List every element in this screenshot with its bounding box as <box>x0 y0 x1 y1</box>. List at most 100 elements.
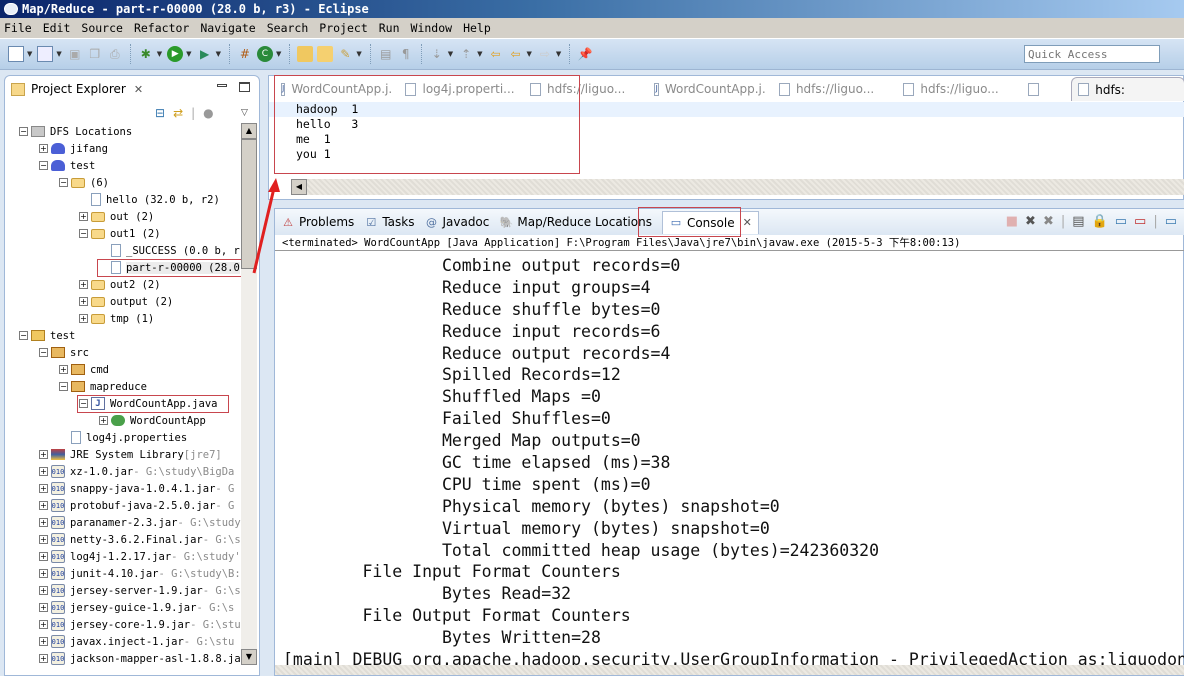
pin-editor-icon[interactable]: 📌 <box>577 46 593 62</box>
expand-icon[interactable]: + <box>39 603 48 612</box>
tree-item[interactable]: +010 jackson-mapper-asl-1.8.8.jar <box>39 650 241 665</box>
toggle-mark-icon[interactable]: ▤ <box>378 46 394 62</box>
tree-item[interactable]: +010 jersey-server-1.9.jar - G:\s <box>39 582 241 599</box>
back-dropdown[interactable]: ▼ <box>527 50 532 58</box>
menu-run[interactable]: Run <box>379 21 400 35</box>
new-java-class-dropdown[interactable]: ▼ <box>276 50 281 58</box>
tree-item[interactable]: hello (32.0 b, r2) <box>79 191 220 208</box>
open-console-icon[interactable]: ▭ <box>1165 214 1177 229</box>
next-annotation-dropdown[interactable]: ▼ <box>448 50 453 58</box>
editor-tab[interactable]: J WordCountApp.j... <box>654 82 767 96</box>
new-package-icon[interactable]: # <box>237 46 253 62</box>
collapse-icon[interactable]: − <box>59 382 68 391</box>
editor-tab[interactable]: hdfs: <box>1071 77 1184 101</box>
menu-file[interactable]: File <box>4 21 32 35</box>
tree-item[interactable]: + cmd <box>59 361 109 378</box>
console-output[interactable]: Combine output records=0 Reduce input gr… <box>275 255 1184 665</box>
menu-window[interactable]: Window <box>411 21 453 35</box>
expand-icon[interactable]: + <box>39 484 48 493</box>
expand-icon[interactable]: + <box>79 314 88 323</box>
next-annotation-icon[interactable]: ⇣ <box>429 46 445 62</box>
tree-item[interactable]: + tmp (1) <box>79 310 154 327</box>
expand-icon[interactable]: + <box>39 552 48 561</box>
link-with-editor-icon[interactable]: ⇄ <box>173 106 183 120</box>
menu-navigate[interactable]: Navigate <box>200 21 255 35</box>
collapse-icon[interactable]: − <box>39 348 48 357</box>
prev-annotation-dropdown[interactable]: ▼ <box>477 50 482 58</box>
expand-icon[interactable]: + <box>39 467 48 476</box>
save-icon[interactable]: ▣ <box>67 46 83 62</box>
new-icon[interactable] <box>8 46 24 62</box>
tree-item[interactable]: +010 jersey-core-1.9.jar - G:\stu <box>39 616 241 633</box>
project-explorer-tab[interactable]: Project Explorer ✕ <box>5 76 145 102</box>
tree-item[interactable]: +010 snappy-java-1.0.4.1.jar - G <box>39 480 234 497</box>
menu-edit[interactable]: Edit <box>43 21 71 35</box>
tree-item[interactable]: log4j.properties <box>59 429 187 446</box>
run-dropdown[interactable]: ▼ <box>186 50 191 58</box>
show-whitespace-icon[interactable]: ¶ <box>398 46 414 62</box>
tab-problems[interactable]: ⚠ Problems <box>281 215 354 229</box>
print-icon[interactable]: ⎙ <box>107 46 123 62</box>
tree-item[interactable]: − mapreduce <box>59 378 147 395</box>
collapse-icon[interactable]: − <box>19 331 28 340</box>
editor-horizontal-scrollbar[interactable]: ◀ <box>291 179 1184 195</box>
maximize-icon[interactable] <box>239 82 250 92</box>
menu-project[interactable]: Project <box>319 21 367 35</box>
expand-icon[interactable]: + <box>59 365 68 374</box>
menu-source[interactable]: Source <box>81 21 123 35</box>
collapse-all-icon[interactable]: ⊟ <box>155 106 165 120</box>
run-icon[interactable]: ▶ <box>167 46 184 62</box>
save-all-icon[interactable]: ❐ <box>87 46 103 62</box>
remove-launch-icon[interactable]: ✖ <box>1025 214 1036 229</box>
expand-icon[interactable]: + <box>39 144 48 153</box>
new-dropdown[interactable]: ▼ <box>27 50 32 58</box>
expand-icon[interactable]: + <box>79 297 88 306</box>
collapse-icon[interactable]: − <box>59 178 68 187</box>
close-icon[interactable]: ✕ <box>134 83 143 96</box>
new-class-icon[interactable] <box>37 46 54 62</box>
tree-item[interactable]: + output (2) <box>79 293 173 310</box>
scroll-up-icon[interactable]: ▲ <box>241 123 257 139</box>
debug-dropdown[interactable]: ▼ <box>157 50 162 58</box>
tree-item[interactable]: − src <box>39 344 89 361</box>
tab-tasks[interactable]: ☑ Tasks <box>364 215 414 229</box>
expand-icon[interactable]: + <box>39 569 48 578</box>
tree-item[interactable]: − (6) <box>59 174 109 191</box>
new-class-dropdown[interactable]: ▼ <box>56 50 61 58</box>
show-console-on-stderr-icon[interactable]: ▭ <box>1134 214 1146 229</box>
tree-item[interactable]: + out (2) <box>79 208 154 225</box>
tree-item[interactable]: +010 netty-3.6.2.Final.jar - G:\s <box>39 531 241 548</box>
tree-item[interactable]: + JRE System Library [jre7] <box>39 446 222 463</box>
tab-map-reduce-locations[interactable]: 🐘 Map/Reduce Locations <box>499 215 652 229</box>
tree-item[interactable]: − test <box>19 327 75 344</box>
open-type-icon[interactable] <box>297 46 314 62</box>
editor-tab[interactable]: hdfs://liguo... <box>778 82 891 96</box>
menu-help[interactable]: Help <box>463 21 491 35</box>
open-folder-icon[interactable] <box>317 46 334 62</box>
forward-icon[interactable]: ⇨ <box>537 46 553 62</box>
tree-item[interactable]: − DFS Locations <box>19 123 132 140</box>
run-external-dropdown[interactable]: ▼ <box>216 50 221 58</box>
expand-icon[interactable]: + <box>39 535 48 544</box>
scroll-lock-icon[interactable]: 🔒 <box>1092 214 1108 229</box>
tree-item[interactable]: _SUCCESS (0.0 b, r <box>99 242 240 259</box>
remove-all-terminated-icon[interactable]: ✖ <box>1043 214 1054 229</box>
expand-icon[interactable]: + <box>39 654 48 663</box>
tree-item[interactable]: +010 protobuf-java-2.5.0.jar - G <box>39 497 234 514</box>
tree-item[interactable]: +010 xz-1.0.jar - G:\study\BigDa <box>39 463 234 480</box>
quick-access-input[interactable] <box>1024 45 1160 63</box>
tree-item[interactable]: +010 jersey-guice-1.9.jar - G:\s <box>39 599 234 616</box>
search-dropdown[interactable]: ▼ <box>356 50 361 58</box>
editor-tab[interactable] <box>1027 82 1061 96</box>
expand-icon[interactable]: + <box>39 518 48 527</box>
menu-search[interactable]: Search <box>267 21 309 35</box>
scrollbar-thumb[interactable] <box>241 139 257 269</box>
terminate-icon[interactable]: ■ <box>1006 214 1018 229</box>
menu-refactor[interactable]: Refactor <box>134 21 189 35</box>
prev-annotation-icon[interactable]: ⇡ <box>458 46 474 62</box>
collapse-icon[interactable]: − <box>19 127 28 136</box>
scroll-left-icon[interactable]: ◀ <box>291 179 307 195</box>
editor-tab[interactable]: hdfs://liguo... <box>903 82 1015 96</box>
search-icon[interactable]: ✎ <box>337 46 353 62</box>
minimize-icon[interactable] <box>217 84 227 87</box>
